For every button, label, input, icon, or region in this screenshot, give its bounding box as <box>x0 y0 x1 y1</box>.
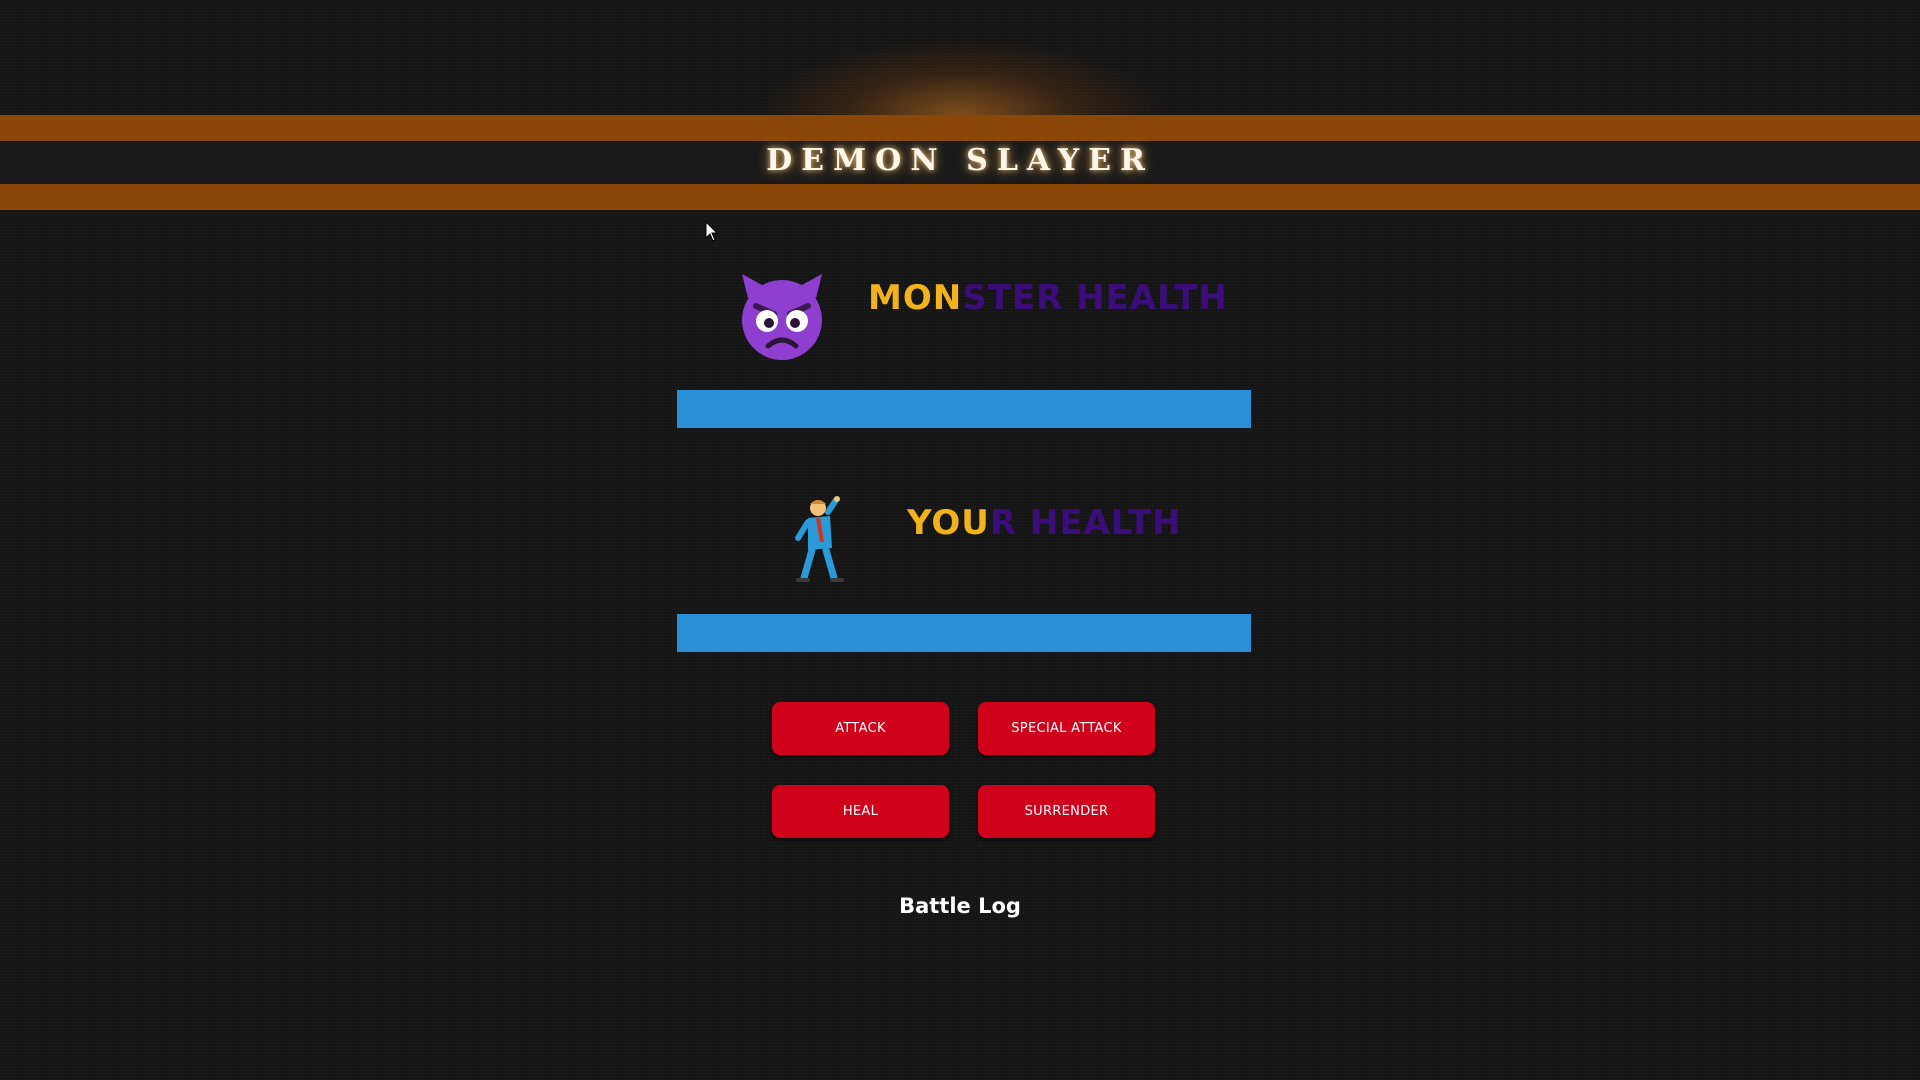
action-buttons: ATTACK SPECIAL ATTACK HEAL SURRENDER <box>772 702 1157 838</box>
player-health-label: YOUR HEALTH <box>907 503 1182 543</box>
special-attack-button[interactable]: SPECIAL ATTACK <box>978 702 1155 755</box>
monster-health-label-lit: MON <box>868 278 963 318</box>
monster-health-bar <box>677 390 1251 428</box>
battle-log-title: Battle Log <box>899 894 1021 918</box>
heal-button[interactable]: HEAL <box>772 785 949 838</box>
monster-health-bar-fill <box>677 390 1251 428</box>
game-screen: DEMON SLAYER MONSTER HEALTH YOUR HEALTH … <box>0 0 1920 1080</box>
monster-health-label-dim: STER HEALTH <box>962 278 1228 318</box>
header-stripe-bottom <box>0 184 1920 210</box>
header-stripe-top <box>0 115 1920 141</box>
game-title: DEMON SLAYER <box>766 143 1154 178</box>
angry-devil-face-icon <box>742 274 822 360</box>
player-health-bar <box>677 614 1251 652</box>
player-health-label-dim: R HEALTH <box>989 503 1182 543</box>
dancing-man-icon <box>795 496 844 582</box>
mouse-cursor-icon <box>705 221 719 242</box>
surrender-button[interactable]: SURRENDER <box>978 785 1155 838</box>
player-health-label-lit: YOU <box>907 503 990 543</box>
monster-health-label: MONSTER HEALTH <box>868 278 1228 318</box>
player-health-bar-fill <box>677 614 1251 652</box>
monster-health-section: MONSTER HEALTH <box>677 262 1251 432</box>
player-health-section: YOUR HEALTH <box>677 487 1251 657</box>
attack-button[interactable]: ATTACK <box>772 702 949 755</box>
